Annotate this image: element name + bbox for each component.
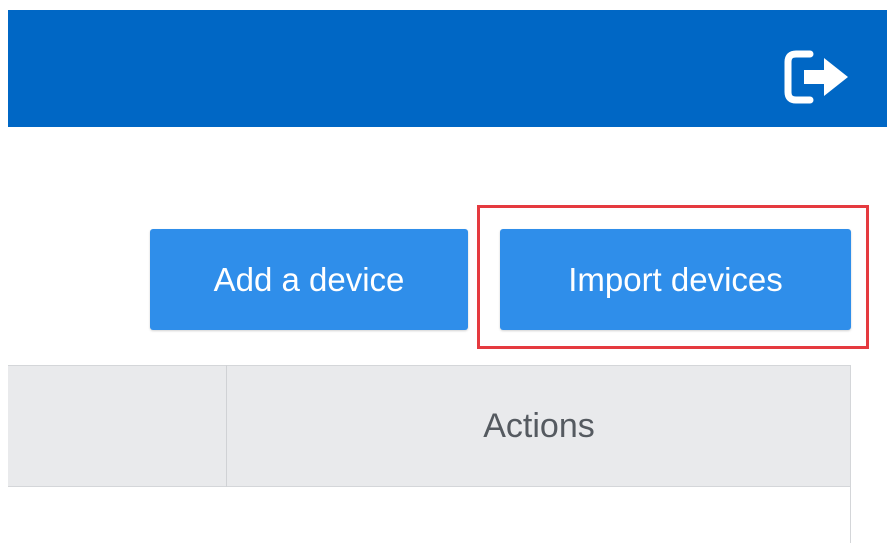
add-device-button[interactable]: Add a device — [150, 229, 468, 330]
import-devices-button[interactable]: Import devices — [500, 229, 851, 330]
logout-icon[interactable] — [778, 46, 858, 108]
top-bar — [8, 10, 887, 127]
column-header-actions: Actions — [483, 406, 595, 445]
table-border — [850, 365, 851, 543]
